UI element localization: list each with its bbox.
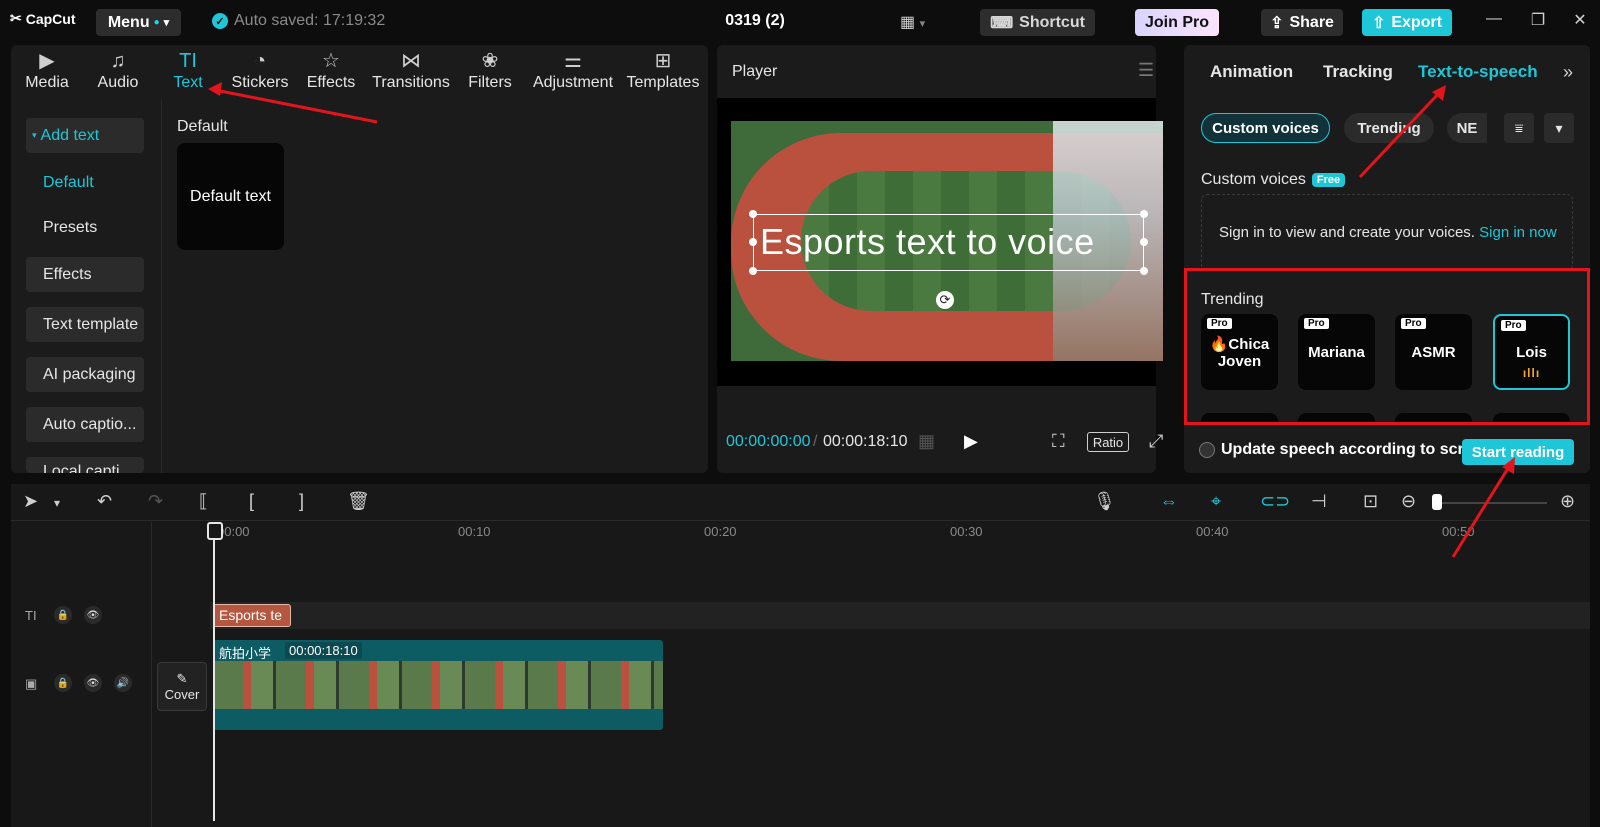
annotation-arrows xyxy=(208,82,1515,558)
annotation-arrow-start-reading xyxy=(1451,464,1512,558)
annotation-arrow-text-tab xyxy=(214,88,378,124)
arrow-head xyxy=(1502,457,1515,474)
arrow-head xyxy=(208,82,222,96)
annotation-arrow-tts-tab xyxy=(1358,90,1442,179)
